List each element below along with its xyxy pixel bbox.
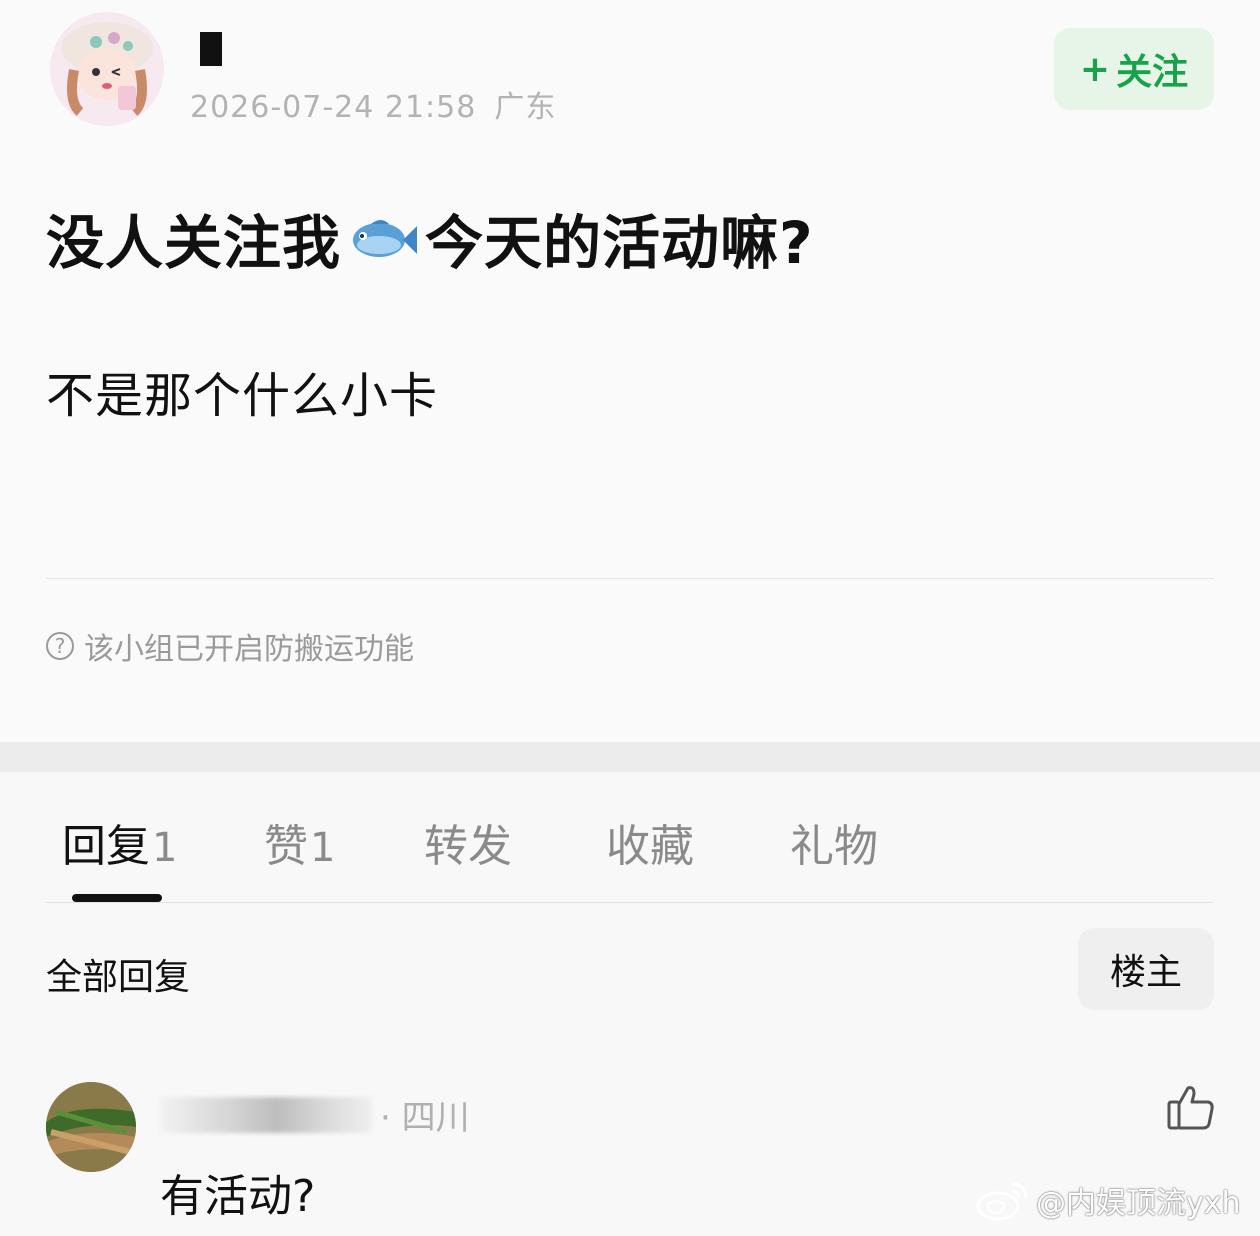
post-location: 广东 xyxy=(494,90,557,125)
reply-meta: · 四川 xyxy=(160,1090,470,1139)
tab-count: 1 xyxy=(310,825,336,871)
active-tab-indicator xyxy=(72,894,162,902)
reply-avatar[interactable] xyxy=(46,1082,136,1172)
post-card: 2026-07-24 21:58 广东 + 关注 没人关注我 今天的活动嘛? 不是… xyxy=(0,0,1260,742)
author-avatar[interactable] xyxy=(50,12,164,126)
post-meta: 2026-07-24 21:58 广东 xyxy=(190,82,574,126)
tab-reposts[interactable]: 转发 xyxy=(424,810,512,874)
tab-label: 礼物 xyxy=(790,821,878,872)
tab-favorites[interactable]: 收藏 xyxy=(606,810,694,874)
replies-header-title: 全部回复 xyxy=(46,957,191,998)
post-title: 没人关注我 今天的活动嘛? xyxy=(46,196,814,280)
reply-author-name-blurred[interactable] xyxy=(160,1096,372,1133)
plus-icon: + xyxy=(1079,48,1111,90)
thumbs-up-icon[interactable] xyxy=(1166,1082,1216,1132)
weibo-logo-icon xyxy=(976,1178,1030,1222)
question-circle-icon: ? xyxy=(46,632,74,660)
fish-icon xyxy=(347,212,419,264)
tab-replies[interactable]: 回复1 xyxy=(62,810,177,874)
post-title-part2: 今天的活动嘛? xyxy=(425,209,814,277)
tab-label: 转发 xyxy=(424,821,512,872)
notice-text: 该小组已开启防搬运功能 xyxy=(84,632,414,667)
divider xyxy=(46,578,1214,579)
watermark-text: @内娱顶流yxh xyxy=(1036,1186,1241,1221)
tab-likes[interactable]: 赞1 xyxy=(264,810,335,874)
tab-gifts[interactable]: 礼物 xyxy=(790,810,878,874)
tab-bar: 回复1 赞1 转发 收藏 礼物 xyxy=(0,772,1260,902)
tab-label: 回复 xyxy=(62,821,150,872)
divider xyxy=(46,902,1214,903)
watermark: @内娱顶流yxh xyxy=(976,1178,1241,1222)
tab-count: 1 xyxy=(152,825,178,871)
op-filter-button[interactable]: 楼主 xyxy=(1078,928,1214,1010)
anti-repost-notice[interactable]: ? 该小组已开启防搬运功能 xyxy=(46,624,414,668)
reply-text: 有活动? xyxy=(160,1171,316,1222)
author-name-redaction xyxy=(200,32,222,66)
post-body: 不是那个什么小卡 xyxy=(46,368,439,424)
follow-label: 关注 xyxy=(1116,52,1189,93)
post-date: 2026-07-24 21:58 xyxy=(190,90,477,125)
tab-label: 收藏 xyxy=(606,821,694,872)
post-title-part1: 没人关注我 xyxy=(46,209,342,277)
section-separator xyxy=(0,742,1260,772)
tab-label: 赞 xyxy=(264,821,308,872)
follow-button[interactable]: + 关注 xyxy=(1054,28,1214,110)
reply-location: · 四川 xyxy=(380,1098,470,1138)
